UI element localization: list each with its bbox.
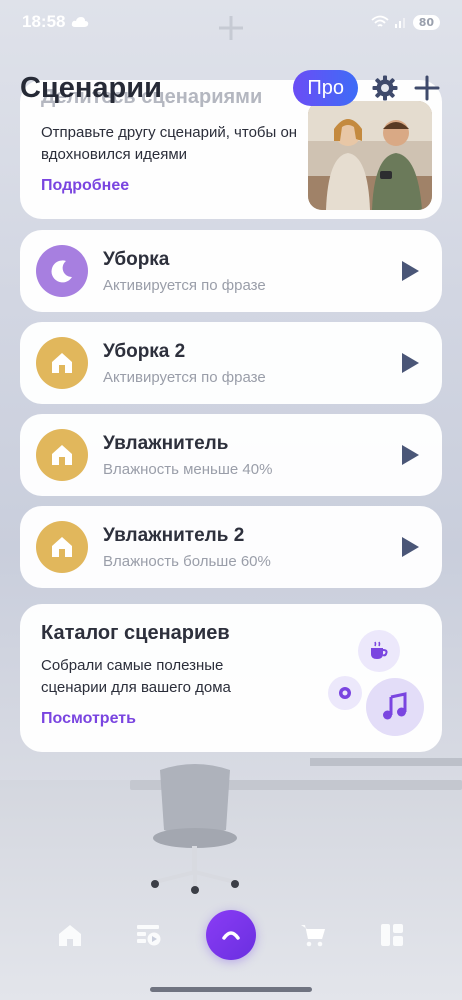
scenario-text: Уборка 2 Активируется по фразе (103, 341, 396, 386)
scenario-subtitle: Влажность больше 60% (103, 552, 271, 570)
catalog-card[interactable]: Каталог сценариев Собрали самые полезные… (20, 604, 442, 752)
pro-button[interactable]: Про (293, 70, 358, 106)
play-button[interactable] (396, 441, 424, 469)
home-icon (58, 925, 81, 946)
alice-button[interactable] (205, 910, 256, 960)
cart-icon (301, 925, 326, 947)
scenario-subtitle: Активируется по фразе (103, 368, 266, 386)
catalog-card-text: Собрали самые полезные сценарии для ваше… (41, 657, 231, 696)
scenario-card[interactable]: Увлажнитель 2 Влажность больше 60% (20, 506, 442, 588)
desk (130, 780, 462, 790)
catalog-card-link[interactable]: Посмотреть (41, 710, 136, 728)
music-note-icon (383, 692, 407, 720)
nav-scenarios[interactable] (127, 913, 171, 957)
play-icon (402, 445, 419, 465)
moon-icon (51, 260, 72, 283)
scenario-text: Увлажнитель 2 Влажность больше 60% (103, 525, 396, 570)
house-icon (52, 537, 72, 557)
scenario-name: Увлажнитель (103, 432, 229, 454)
scenario-text: Уборка Активируется по фразе (103, 249, 396, 294)
scenario-name: Увлажнитель 2 (103, 524, 245, 546)
scenario-text: Увлажнитель Влажность меньше 40% (103, 433, 396, 478)
cloud-icon (72, 17, 89, 27)
nav-home[interactable] (48, 913, 92, 957)
music-bubble (366, 678, 424, 736)
scenario-icon-badge (36, 429, 88, 481)
play-button[interactable] (396, 533, 424, 561)
scenarios-icon (136, 925, 161, 946)
home-indicator[interactable] (150, 987, 312, 992)
header: Сценарии Про (20, 66, 442, 110)
wifi-icon (371, 15, 389, 27)
scenario-subtitle: Активируется по фразе (103, 276, 266, 294)
alice-icon (222, 931, 240, 940)
scenario-subtitle: Влажность меньше 40% (103, 460, 273, 478)
status-right: 80 (371, 14, 440, 30)
play-icon (402, 537, 419, 557)
plus-icon (414, 75, 440, 101)
scenario-card[interactable]: Увлажнитель Влажность меньше 40% (20, 414, 442, 496)
scenario-icon-badge (36, 521, 88, 573)
scenario-name: Уборка (103, 248, 170, 270)
play-button[interactable] (396, 349, 424, 377)
play-button[interactable] (396, 257, 424, 285)
scenario-icon-badge (36, 337, 88, 389)
chair-illustration (151, 764, 239, 894)
nav-cart[interactable] (291, 913, 335, 957)
play-icon (402, 353, 419, 373)
bulb-bubble (328, 676, 362, 710)
bottom-nav (0, 900, 462, 970)
devices-icon (381, 924, 404, 946)
share-photo (308, 101, 432, 210)
battery-badge: 80 (412, 14, 440, 30)
coffee-bubble (358, 630, 400, 672)
play-icon (402, 261, 419, 281)
friends-photo-illustration (308, 101, 432, 210)
nav-devices[interactable] (370, 913, 414, 957)
page-title: Сценарии (20, 71, 162, 104)
settings-button[interactable] (370, 73, 400, 103)
share-card-text: Отправьте другу сценарий, чтобы он вдохн… (41, 124, 298, 163)
desk-shelf (310, 758, 462, 766)
header-actions: Про (293, 70, 442, 106)
scenario-card[interactable]: Уборка Активируется по фразе (20, 230, 442, 312)
catalog-card-title: Каталог сценариев (41, 622, 230, 644)
status-time: 18:58 (22, 12, 66, 31)
signal-icon (394, 18, 405, 28)
scenario-icon-badge (36, 245, 88, 297)
small-device-icon (339, 687, 351, 699)
scenario-name: Уборка 2 (103, 340, 186, 362)
coffee-cup-icon (371, 641, 388, 659)
add-scenario-button[interactable] (412, 73, 442, 103)
scenario-card[interactable]: Уборка 2 Активируется по фразе (20, 322, 442, 404)
house-icon (52, 353, 72, 373)
faded-plus-icon (219, 16, 243, 40)
house-icon (52, 445, 72, 465)
gear-icon (372, 75, 398, 101)
share-card-link[interactable]: Подробнее (41, 177, 129, 195)
